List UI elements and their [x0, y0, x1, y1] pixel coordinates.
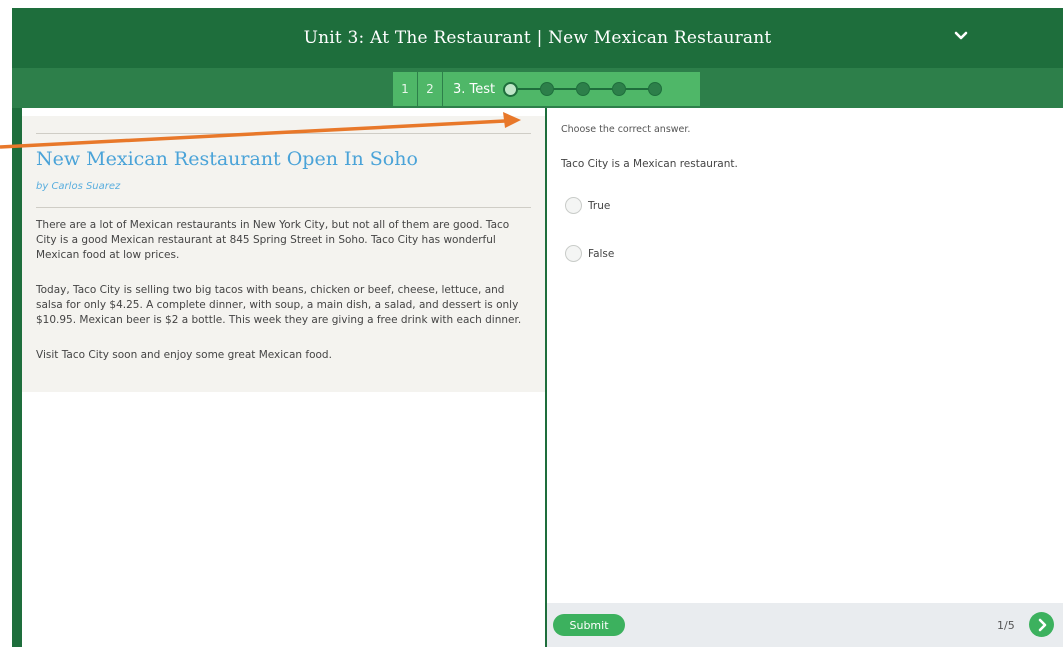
annotation-arrow-icon: [0, 112, 521, 149]
